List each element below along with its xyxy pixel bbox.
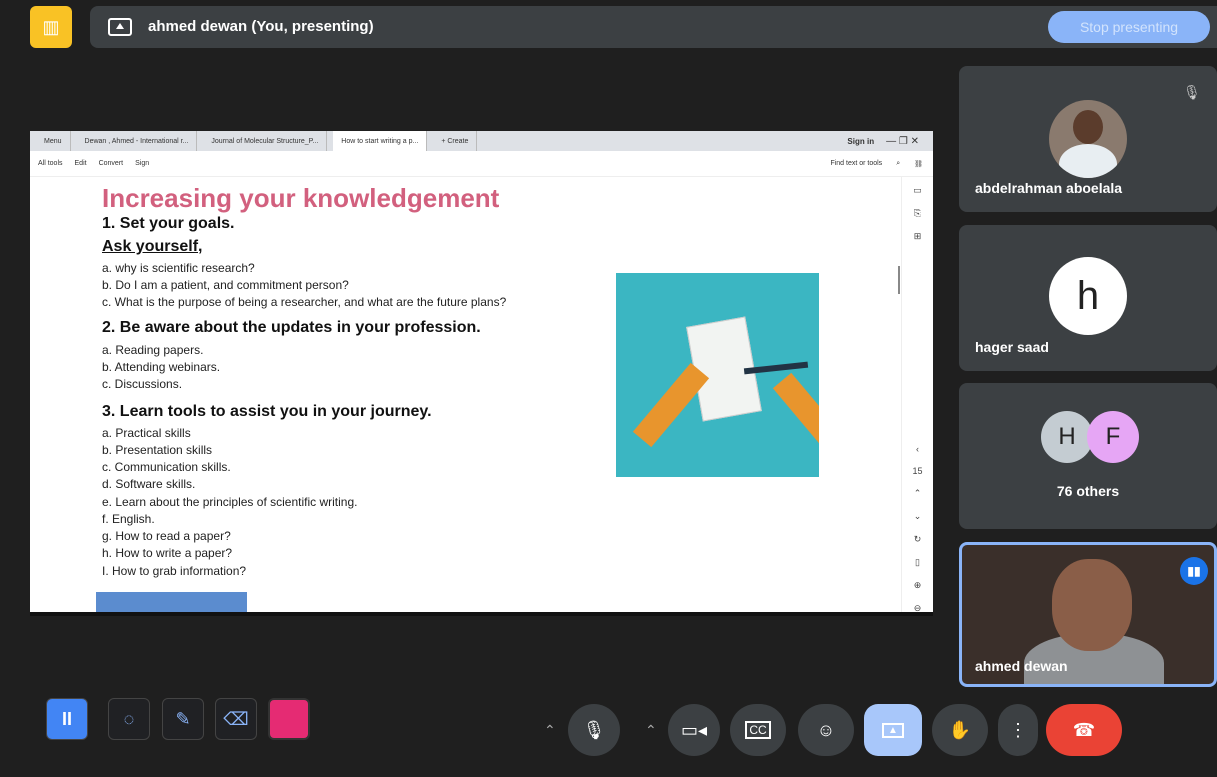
list-item: d. Software skills.	[102, 477, 196, 491]
list-item: f. English.	[102, 512, 155, 526]
participant-name: abdelrahman aboelala	[975, 180, 1123, 196]
participant-tile-hager[interactable]: h hager saad	[959, 225, 1217, 371]
speaking-indicator-icon: ▮▮	[1180, 557, 1208, 585]
list-item: b. Presentation skills	[102, 443, 213, 457]
window-controls-icon[interactable]: — ❐ ✕	[886, 136, 933, 147]
page-number: 15	[912, 466, 923, 476]
avatar: F	[1087, 411, 1139, 463]
tab-journal[interactable]: Journal of Molecular Structure_P...	[203, 131, 328, 151]
heading-updates: 2. Be aware about the updates in your pr…	[102, 319, 481, 336]
present-icon: ▲	[882, 722, 904, 738]
captions-icon: CC	[745, 721, 771, 739]
pdf-toolbar: All tools Edit Convert Sign Find text or…	[30, 151, 933, 177]
list-item: h. How to write a paper?	[102, 546, 233, 560]
blue-shape	[96, 592, 247, 612]
tab-how-to-start[interactable]: How to start writing a p...	[333, 131, 428, 151]
list-item: e. Learn about the principles of scienti…	[102, 495, 358, 509]
tool-sign[interactable]: Sign	[135, 160, 149, 167]
list-item: a. why is scientific research?	[102, 261, 255, 275]
presenter-label: ahmed dewan (You, presenting)	[148, 18, 374, 35]
chevron-up-icon[interactable]: ⌃	[914, 488, 922, 499]
others-count: 76 others	[1056, 483, 1120, 499]
tab-dewan[interactable]: Dewan , Ahmed - International r...	[77, 131, 198, 151]
camera-options-chevron-icon[interactable]: ⌃	[645, 704, 657, 756]
present-button[interactable]: ▲	[864, 704, 922, 756]
laser-pointer-icon[interactable]: ◌	[108, 698, 150, 740]
tool-convert[interactable]: Convert	[99, 160, 124, 167]
more-options-button[interactable]: ⋮	[998, 704, 1038, 756]
browser-tab-bar: Menu Dewan , Ahmed - International r... …	[30, 131, 933, 151]
others-tile[interactable]: H F 76 others	[959, 383, 1217, 529]
grid-icon[interactable]: ⊞	[914, 231, 922, 242]
refresh-icon[interactable]: ↻	[914, 534, 922, 545]
pause-button[interactable]: II	[46, 698, 88, 740]
avatar: h	[1049, 257, 1127, 335]
page-icon[interactable]: ▯	[915, 557, 920, 568]
share-link-icon[interactable]: ⛓	[914, 160, 923, 168]
collapse-icon[interactable]: ‹	[916, 444, 919, 454]
chevron-down-icon[interactable]: ⌄	[914, 511, 922, 522]
phone-hangup-icon: ☎	[1072, 719, 1096, 740]
export-icon[interactable]: ⎘	[914, 208, 921, 219]
scrollbar[interactable]	[898, 266, 900, 294]
list-item: c. Communication skills.	[102, 460, 231, 474]
leave-call-button[interactable]: ☎	[1046, 704, 1122, 756]
list-item: b. Attending webinars.	[102, 360, 221, 374]
comment-icon[interactable]: ▭	[913, 185, 922, 196]
pdf-right-sidebar: ▭ ⎘ ⊞ ‹ 15 ⌃ ⌄ ↻ ▯ ⊕ ⊖	[901, 177, 933, 612]
ask-yourself: Ask yourself,	[102, 238, 203, 255]
eraser-icon[interactable]: ⌫	[215, 698, 257, 740]
avatar	[1049, 100, 1127, 178]
color-swatch[interactable]	[268, 698, 310, 740]
sign-in-link[interactable]: Sign in	[847, 137, 880, 146]
search-icon[interactable]: ⌕	[896, 160, 900, 168]
shared-screen: Menu Dewan , Ahmed - International r... …	[30, 131, 933, 612]
find-tools-field[interactable]: Find text or tools	[830, 160, 882, 168]
self-video-tile[interactable]: ▮▮ ahmed dewan	[959, 542, 1217, 687]
heading-tools: 3. Learn tools to assist you in your jou…	[102, 403, 432, 420]
right-arm-illustration	[772, 372, 819, 458]
participant-tile-abdelrahman[interactable]: 🎙 abdelrahman aboelala	[959, 66, 1217, 212]
list-item: c. Discussions.	[102, 377, 183, 391]
captions-button[interactable]: CC	[730, 704, 786, 756]
tab-menu[interactable]: Menu	[36, 131, 71, 151]
avatar: H	[1041, 411, 1093, 463]
self-name: ahmed dewan	[975, 658, 1068, 674]
page-title: Increasing your knowledgement	[102, 183, 500, 213]
heading-goals: 1. Set your goals.	[102, 215, 235, 232]
tab-create[interactable]: + Create	[433, 131, 478, 151]
camera-icon: ▭◂	[680, 719, 708, 740]
stop-presenting-button[interactable]: Stop presenting	[1048, 11, 1210, 43]
raise-hand-button[interactable]: ✋	[932, 704, 988, 756]
zoom-out-icon[interactable]: ⊖	[914, 603, 922, 612]
zoom-in-icon[interactable]: ⊕	[914, 580, 922, 591]
mic-icon: 🎙	[582, 719, 606, 740]
more-vert-icon: ⋮	[1009, 719, 1027, 740]
present-screen-icon	[108, 18, 132, 36]
pen-icon[interactable]: ✎	[162, 698, 204, 740]
mic-off-icon: 🎙	[1183, 84, 1201, 100]
reactions-button[interactable]: ☺	[798, 704, 854, 756]
list-item: a. Reading papers.	[102, 343, 204, 357]
left-arm-illustration	[632, 362, 710, 448]
list-item: b. Do I am a patient, and commitment per…	[102, 278, 349, 292]
tool-all-tools[interactable]: All tools	[38, 160, 63, 167]
mic-options-chevron-icon[interactable]: ⌃	[544, 704, 556, 756]
camera-button[interactable]: ▭◂	[668, 704, 720, 756]
list-item: I. How to grab information?	[102, 564, 247, 578]
smile-icon: ☺	[816, 719, 836, 740]
pdf-page: Increasing your knowledgement 1. Set you…	[96, 179, 864, 612]
list-item: a. Practical skills	[102, 426, 191, 440]
participant-name: hager saad	[975, 339, 1049, 355]
tool-edit[interactable]: Edit	[75, 160, 87, 167]
mic-button[interactable]: 🎙	[568, 704, 620, 756]
video-person-face	[1052, 559, 1132, 651]
list-item: g. How to read a paper?	[102, 529, 231, 543]
list-item: c. What is the purpose of being a resear…	[102, 295, 507, 309]
meeting-logo-button[interactable]: ▥	[30, 6, 72, 48]
building-icon: ▥	[42, 16, 60, 37]
hand-icon: ✋	[948, 719, 972, 740]
illustration-image	[616, 273, 819, 477]
